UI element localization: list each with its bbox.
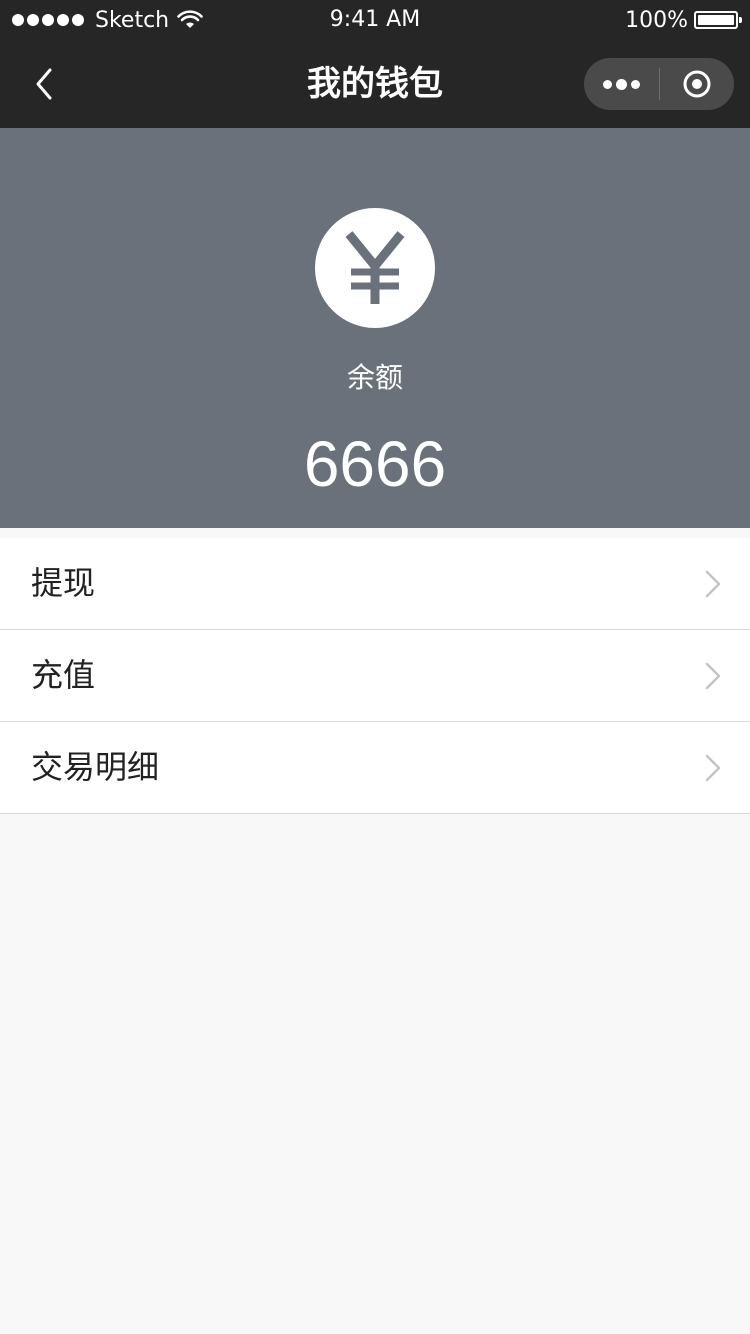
chevron-right-icon [705,754,721,782]
balance-value: 6666 [303,428,447,500]
menu-item-withdraw[interactable]: 提现 [0,538,750,630]
chevron-right-icon [705,662,721,690]
battery-icon [694,11,742,29]
wallet-menu: 提现 充值 交易明细 [0,538,750,814]
yen-icon [345,231,405,304]
target-circle-icon [683,70,711,98]
menu-item-transactions[interactable]: 交易明细 [0,722,750,814]
status-right: 100% [625,0,742,40]
more-button[interactable] [584,58,659,110]
menu-item-label: 交易明细 [31,748,160,786]
wallet-header: 余额 6666 [0,128,750,528]
nav-bar: 我的钱包 [0,40,750,128]
close-button[interactable] [660,58,735,110]
chevron-right-icon [705,570,721,598]
menu-item-label: 充值 [31,656,96,694]
balance-label: 余额 [346,361,403,394]
menu-item-recharge[interactable]: 充值 [0,630,750,722]
yen-avatar [315,208,435,328]
status-bar: Sketch 9:41 AM 100% [0,0,750,40]
mini-program-capsule [584,58,734,110]
more-dots-icon [601,78,642,90]
menu-item-label: 提现 [31,564,96,602]
battery-percent: 100% [625,7,688,33]
